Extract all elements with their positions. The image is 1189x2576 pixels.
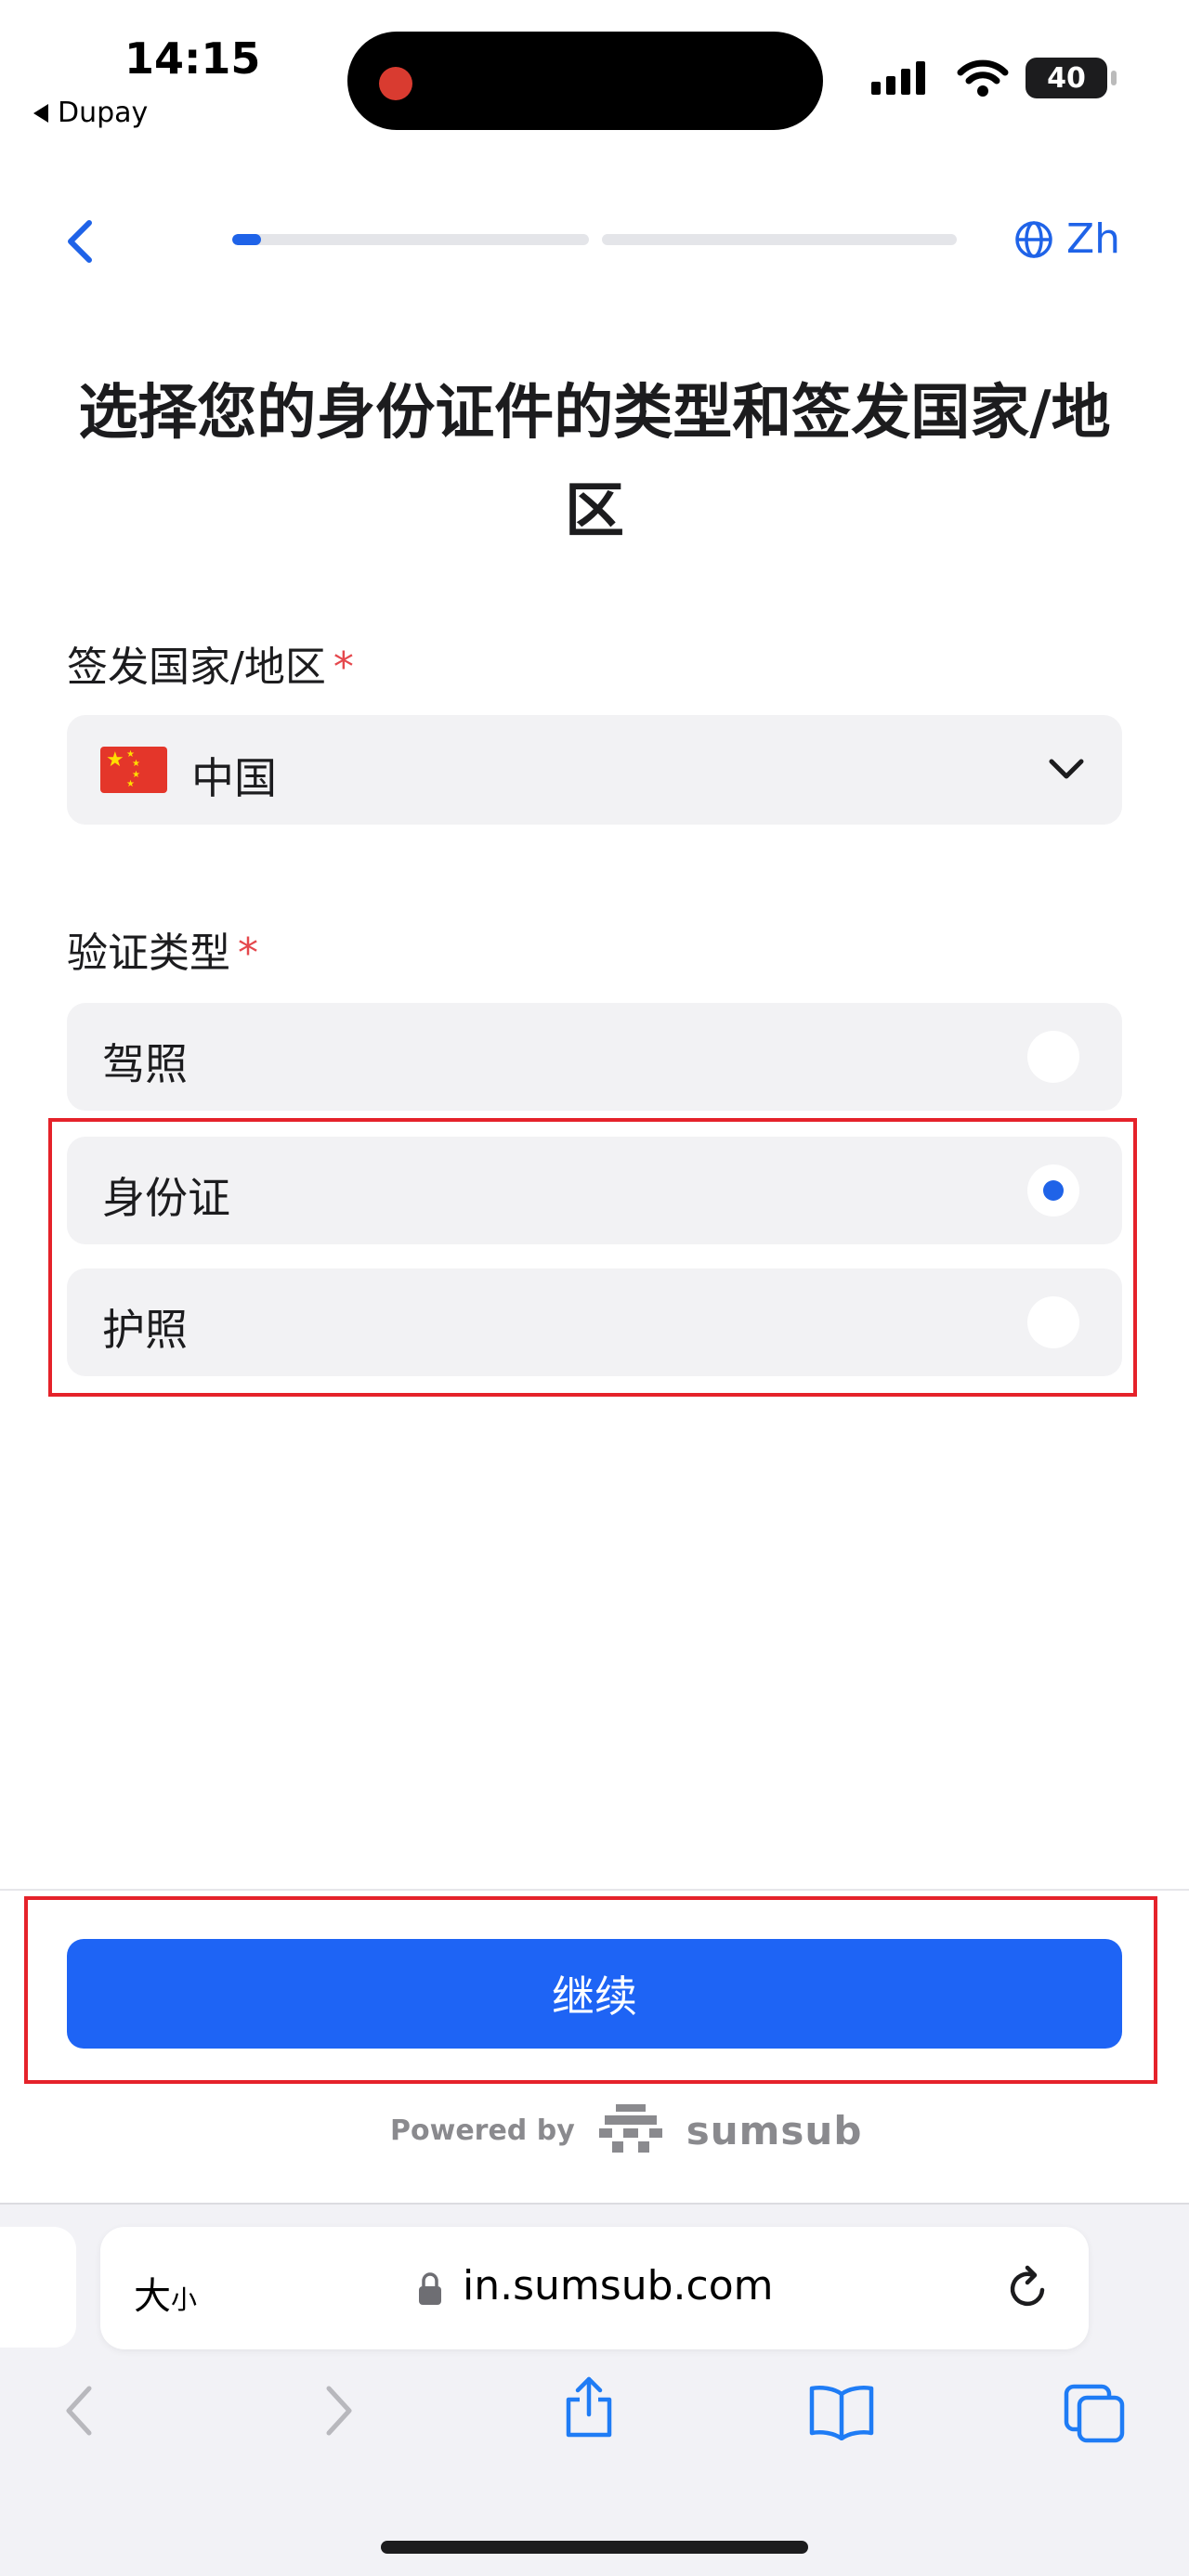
language-label: Zh [1066, 215, 1121, 263]
lock-icon [419, 2272, 441, 2305]
country-label: 签发国家/地区 * [67, 633, 354, 693]
text-size-large: 大 [134, 2275, 171, 2318]
battery-indicator: 40 [1026, 58, 1107, 98]
back-to-app-link[interactable]: Dupay [33, 97, 148, 129]
radio-button[interactable] [1027, 1031, 1079, 1083]
required-mark: * [333, 644, 354, 691]
doc-option-label: 驾照 [102, 1039, 188, 1089]
radio-button-selected[interactable] [1027, 1164, 1079, 1216]
previous-tab-preview[interactable] [0, 2227, 76, 2348]
progress-step-2 [602, 234, 957, 245]
required-mark: * [238, 930, 258, 977]
country-selected-value: 中国 [191, 753, 277, 803]
powered-by: Powered by sumsub [390, 2102, 862, 2158]
doc-option-label: 身份证 [102, 1173, 230, 1223]
country-select[interactable]: ★ ★ ★ ★ ★ 中国 [67, 715, 1122, 825]
back-app-label: Dupay [58, 97, 149, 129]
tabs-icon[interactable] [1063, 2383, 1126, 2444]
address-bar[interactable]: 大小 in.sumsub.com [100, 2227, 1089, 2349]
share-icon[interactable] [561, 2375, 617, 2440]
dynamic-island [347, 32, 823, 130]
text-size-small: 小 [171, 2284, 198, 2315]
china-flag-icon: ★ ★ ★ ★ ★ [100, 747, 167, 793]
powered-by-label: Powered by [390, 2114, 575, 2147]
chevron-down-icon [1049, 759, 1084, 779]
doc-option-passport[interactable]: 护照 [67, 1268, 1122, 1376]
browser-forward-icon[interactable] [320, 2383, 357, 2439]
sumsub-logo-icon [598, 2104, 662, 2153]
browser-divider [0, 2203, 1189, 2205]
continue-button[interactable]: 继续 [67, 1939, 1122, 2049]
back-triangle-icon [33, 103, 48, 123]
browser-back-icon[interactable] [61, 2383, 98, 2439]
chevron-left-icon[interactable] [61, 215, 102, 267]
doc-type-label: 验证类型 * [67, 919, 258, 979]
wifi-icon [957, 59, 1009, 97]
progress-fill [232, 234, 261, 245]
language-switcher[interactable]: Zh [1014, 215, 1120, 263]
doc-option-id-card[interactable]: 身份证 [67, 1137, 1122, 1244]
url-text: in.sumsub.com [463, 2262, 774, 2309]
cellular-signal-icon [871, 61, 925, 95]
country-label-text: 签发国家/地区 [67, 644, 326, 691]
reload-icon[interactable] [1005, 2262, 1052, 2312]
home-indicator [381, 2541, 808, 2554]
status-time: 14:15 [124, 33, 261, 84]
text-size-button[interactable]: 大小 [134, 2266, 197, 2320]
globe-icon [1015, 220, 1052, 258]
footer-divider [0, 1889, 1189, 1891]
doc-option-driving-license[interactable]: 驾照 [67, 1003, 1122, 1111]
battery-cap [1111, 71, 1117, 85]
radio-button[interactable] [1027, 1296, 1079, 1348]
page-title: 选择您的身份证件的类型和签发国家/地区 [78, 379, 1111, 546]
progress-step-1 [232, 234, 589, 245]
recording-indicator-icon [379, 67, 412, 100]
bookmarks-icon[interactable] [808, 2383, 875, 2440]
doc-option-label: 护照 [102, 1305, 188, 1355]
doc-type-label-text: 验证类型 [67, 930, 230, 977]
sumsub-brand: sumsub [686, 2107, 863, 2153]
